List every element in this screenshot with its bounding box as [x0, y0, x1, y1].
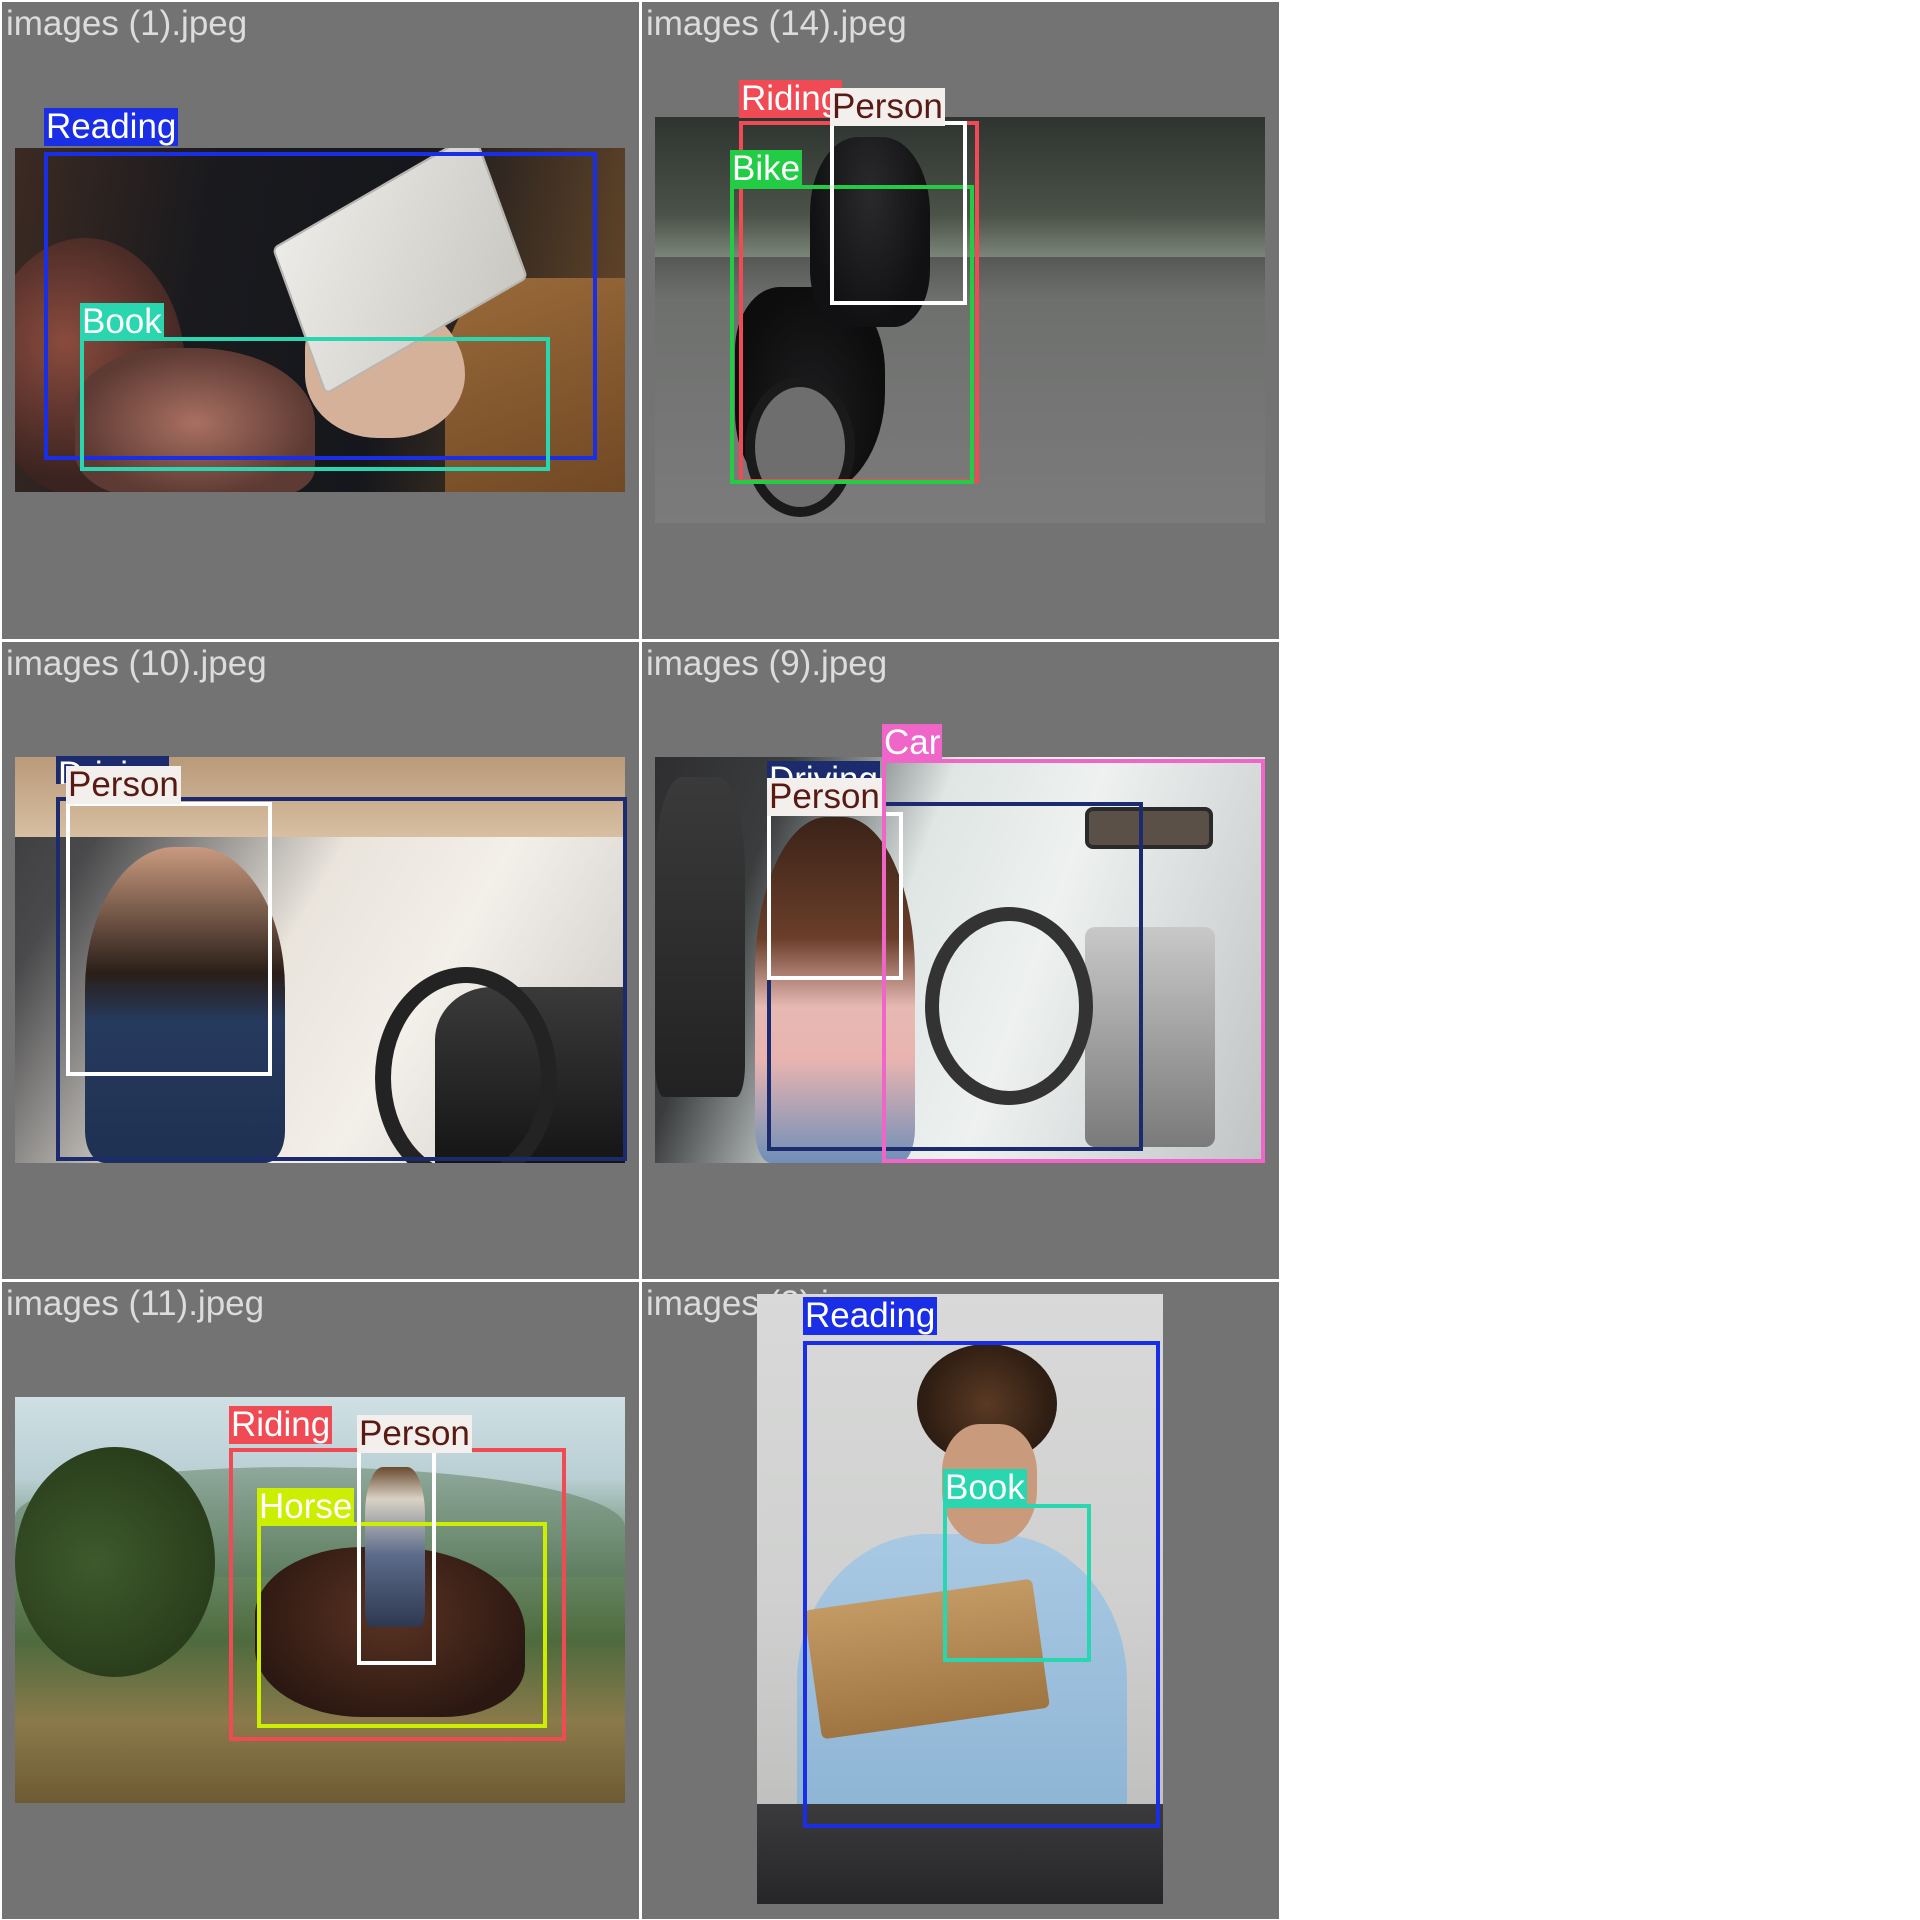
tile-filename: images (9).jpeg	[646, 644, 888, 683]
bounding-box-person[interactable]	[66, 802, 272, 1076]
image-tile[interactable]: images (9).jpeg Driving Person Car	[642, 642, 1279, 1279]
image-tile[interactable]: images (2).jpeg Reading Book	[642, 1282, 1279, 1919]
bounding-box-book[interactable]	[80, 337, 550, 471]
image-tile[interactable]: images (14).jpeg Riding Bike Person	[642, 2, 1279, 639]
bounding-box-car[interactable]	[882, 759, 1265, 1163]
bounding-box-book[interactable]	[943, 1504, 1091, 1662]
box-label-riding: Riding	[739, 79, 843, 118]
image-tile[interactable]: images (11).jpeg Riding Horse Person	[2, 1282, 639, 1919]
box-label-reading: Reading	[803, 1296, 938, 1335]
box-label-person: Person	[830, 87, 945, 126]
box-label-bike: Bike	[730, 149, 803, 188]
box-label-person: Person	[66, 765, 181, 804]
box-label-riding: Riding	[229, 1405, 333, 1444]
tile-filename: images (11).jpeg	[6, 1284, 265, 1323]
bounding-box-person[interactable]	[830, 121, 967, 305]
box-label-horse: Horse	[257, 1487, 355, 1526]
box-label-person: Person	[357, 1414, 472, 1453]
box-label-reading: Reading	[44, 107, 179, 146]
box-label-book: Book	[80, 302, 164, 341]
box-label-car: Car	[882, 723, 943, 762]
image-grid: images (1).jpeg Reading Book images (14)…	[0, 0, 1280, 1920]
tile-filename: images (14).jpeg	[646, 4, 907, 43]
box-label-person: Person	[767, 777, 882, 816]
tile-filename: images (1).jpeg	[6, 4, 248, 43]
tile-filename: images (10).jpeg	[6, 644, 267, 683]
box-label-book: Book	[943, 1468, 1027, 1507]
image-tile[interactable]: images (10).jpeg Driving Person	[2, 642, 639, 1279]
image-tile[interactable]: images (1).jpeg Reading Book	[2, 2, 639, 639]
bounding-box-person[interactable]	[357, 1449, 436, 1665]
